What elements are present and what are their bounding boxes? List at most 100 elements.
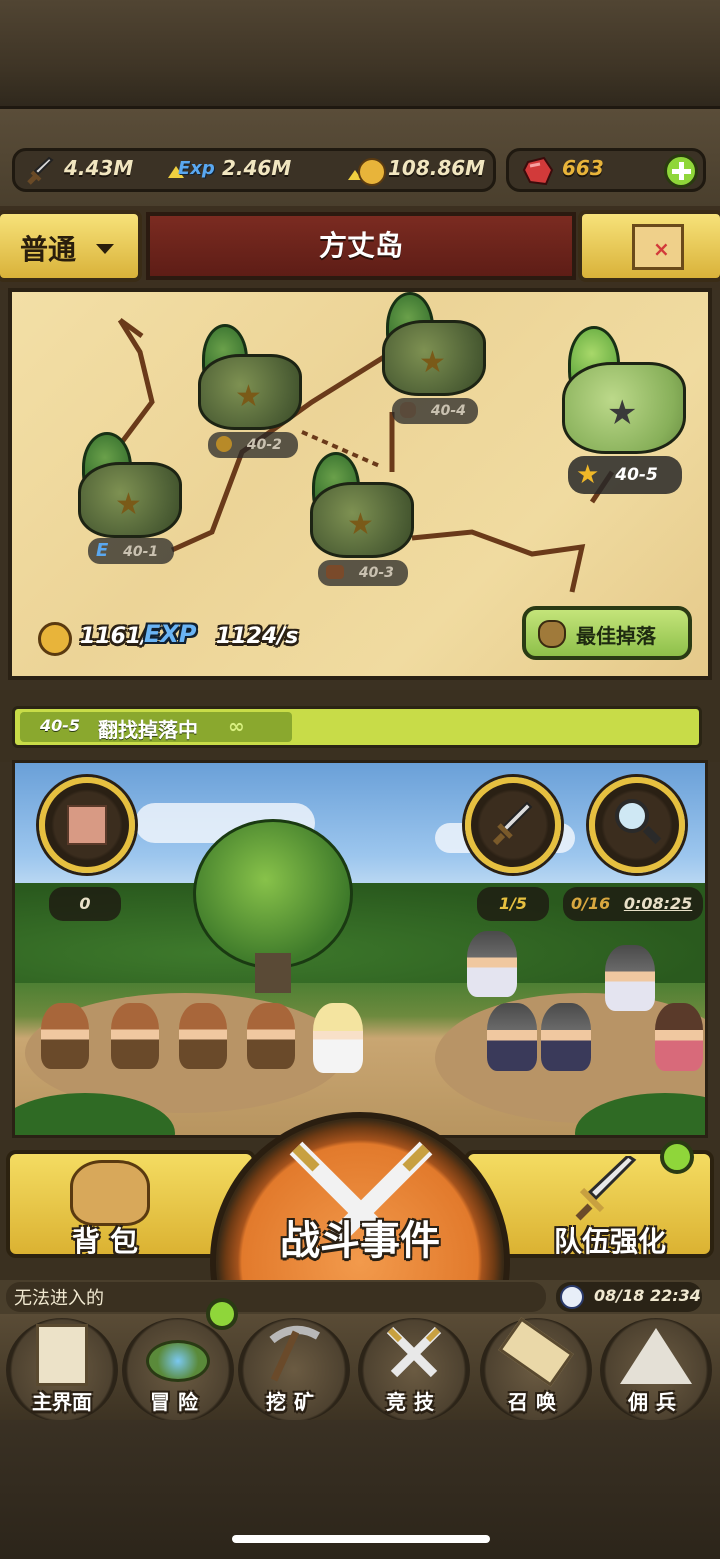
datetime-text: 08/18 22:34 (594, 1286, 701, 1305)
map-title: 方丈岛 (318, 229, 403, 262)
chevron-down-icon (96, 244, 114, 254)
enemy-unit (467, 931, 517, 997)
stage-label-40-4: 40-4 (392, 398, 478, 424)
nav-item-home[interactable]: 主界面 (6, 1318, 118, 1422)
status-infinity: ∞ (228, 714, 245, 738)
stage-map-round-button[interactable] (39, 777, 135, 873)
star-icon: ★ (419, 345, 446, 380)
gold-value: 108.86M (388, 156, 486, 180)
gold-rate: 1161/ (80, 624, 150, 649)
star-icon: ★ (607, 393, 638, 433)
item-drop-icon (326, 565, 344, 579)
exp-value: 2.46M (222, 156, 292, 180)
nav-label-mining: 挖矿 (266, 1390, 322, 1414)
nav-item-mercenary[interactable]: 佣兵 (600, 1318, 712, 1422)
exp-badge: Exp (178, 158, 215, 179)
bag-drop-icon (400, 402, 416, 418)
sword-icon (492, 801, 533, 846)
enemy-unit (605, 945, 655, 1011)
status-stage: 40-5 (40, 716, 81, 735)
enemy-unit (487, 1003, 537, 1071)
treasure-map-icon: × (632, 224, 684, 270)
exp-rate: 1124/s (216, 624, 299, 649)
summon-scroll-icon (498, 1317, 574, 1387)
stage-node-40-5[interactable]: ★ (562, 362, 686, 454)
adventure-notification-dot (206, 1298, 238, 1330)
stage-label-40-5: ★ 40-5 (568, 456, 682, 494)
nav-label-adventure: 冒险 (150, 1390, 206, 1414)
stage-node-40-4[interactable]: ★ (382, 320, 486, 396)
stage-label-40-3: 40-3 (318, 560, 408, 586)
enemy-unit (655, 1003, 703, 1071)
enemy-unit (541, 1003, 591, 1071)
top-bezel (0, 0, 720, 110)
island-icon (146, 1340, 210, 1382)
stage-node-40-1[interactable]: ★ (78, 462, 182, 538)
notice-text: 无法进入的 (14, 1288, 104, 1309)
battle-scene: 0 1/5 0/16 0:08:25 (12, 760, 708, 1138)
status-text: 翻找掉落中 (98, 718, 198, 742)
search-button[interactable] (589, 777, 685, 873)
hero-unit (179, 1003, 227, 1069)
star-icon: ★ (347, 507, 374, 542)
search-counter-pill: 0/16 0:08:25 (563, 887, 703, 921)
gold-rate-icon (38, 622, 72, 656)
map-title-banner: 方丈岛 (146, 212, 576, 280)
ruby-icon (522, 156, 554, 186)
magnifier-icon (615, 799, 649, 833)
greatsword-icon (575, 1156, 637, 1221)
clock-icon (560, 1285, 584, 1309)
tent-icon (620, 1328, 692, 1384)
nav-item-summon[interactable]: 召唤 (480, 1317, 592, 1422)
big-tree (193, 819, 353, 969)
nav-label-summon: 召唤 (508, 1390, 564, 1414)
hero-unit (41, 1003, 89, 1069)
nav-label-arena: 竞技 (386, 1390, 442, 1414)
stage-node-40-2[interactable]: ★ (198, 354, 302, 430)
difficulty-dropdown[interactable]: 普通 (0, 210, 142, 282)
nav-label-mercenary: 佣兵 (628, 1390, 684, 1414)
notification-dot (660, 1140, 694, 1174)
stage-node-40-3[interactable]: ★ (310, 482, 414, 558)
gold-coin-icon (348, 156, 386, 186)
hero-unit (247, 1003, 295, 1069)
gold-star-icon: ★ (576, 460, 600, 490)
best-drop-label: 最佳掉落 (576, 624, 656, 648)
nav-label-home: 主界面 (32, 1390, 92, 1414)
treasure-map-button[interactable]: × (578, 210, 720, 282)
wave-counter: 1/5 (477, 887, 549, 921)
exp-rate-label: EXP (144, 620, 197, 648)
attack-value: 4.43M (64, 156, 134, 180)
home-indicator[interactable] (232, 1535, 490, 1543)
loot-bag-icon (538, 620, 566, 648)
nav-item-adventure[interactable]: 冒险 (122, 1318, 234, 1422)
clock-pill: 08/18 22:34 (556, 1282, 702, 1312)
scroll-map-icon (67, 805, 107, 845)
exp-icon: Exp (168, 154, 218, 188)
auto-battle-button[interactable] (465, 777, 561, 873)
star-icon: ★ (115, 487, 142, 522)
stage-label-40-1: E 40-1 (88, 538, 174, 564)
best-drop-button[interactable]: 最佳掉落 (522, 606, 692, 660)
team-upgrade-label: 队伍强化 (554, 1225, 667, 1258)
left-counter: 0 (49, 887, 121, 921)
priest-unit (313, 1003, 363, 1073)
add-gems-button[interactable] (664, 154, 698, 188)
scroll-icon (36, 1324, 88, 1386)
stage-label-40-2: 40-2 (208, 432, 298, 458)
notice-pill: 无法进入的 (6, 1282, 546, 1312)
star-icon: ★ (235, 379, 262, 414)
sword-icon (26, 156, 56, 186)
search-counter: 0/16 (571, 894, 611, 913)
hero-unit (111, 1003, 159, 1069)
nav-item-arena[interactable]: 竞技 (358, 1318, 470, 1422)
search-timer: 0:08:25 (623, 894, 693, 913)
coin-drop-icon (216, 436, 232, 452)
crossed-swords-icon (386, 1326, 442, 1378)
nav-item-mining[interactable]: 挖矿 (238, 1318, 350, 1422)
e-rank-badge: E (96, 540, 109, 561)
battle-event-label: 战斗事件 (280, 1218, 440, 1264)
difficulty-label: 普通 (20, 233, 77, 266)
backpack-icon (70, 1160, 150, 1226)
stage-map: ★ E 40-1 ★ 40-2 ★ 40-3 ★ 40-4 ★ ★ 40-5 1… (8, 288, 712, 680)
